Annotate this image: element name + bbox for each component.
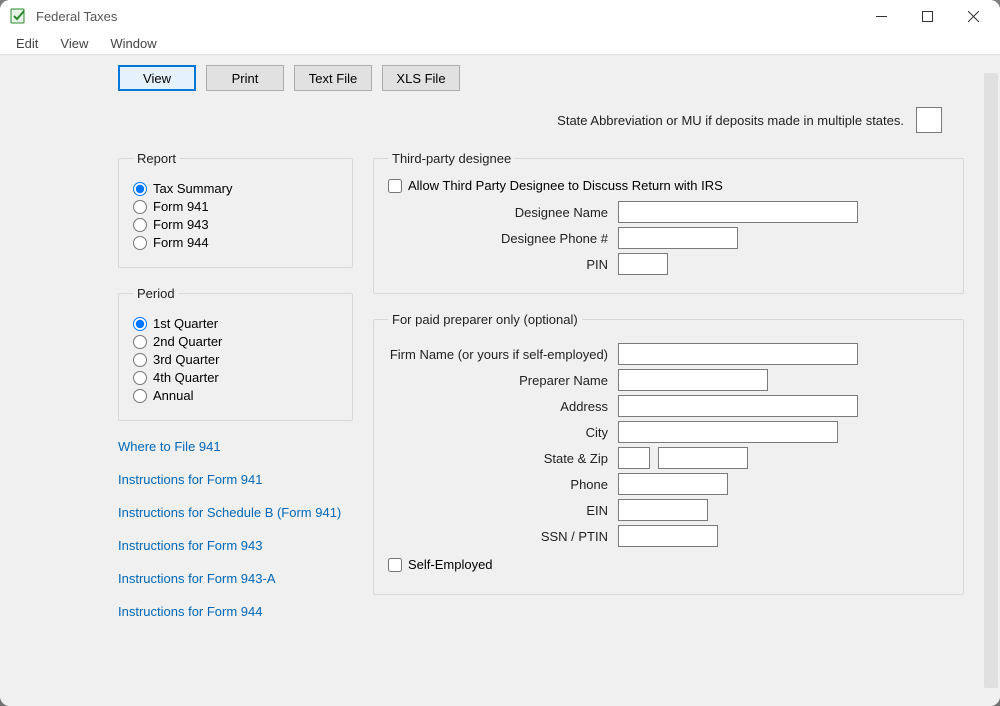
designee-name-input[interactable]: [618, 201, 858, 223]
view-button[interactable]: View: [118, 65, 196, 91]
ein-label: EIN: [388, 503, 618, 518]
link-where-to-file-941[interactable]: Where to File 941: [118, 439, 353, 454]
period-label: 4th Quarter: [153, 370, 219, 385]
close-button[interactable]: [950, 0, 996, 32]
allow-third-party-label: Allow Third Party Designee to Discuss Re…: [408, 178, 723, 193]
state-input[interactable]: [618, 447, 650, 469]
period-label: 1st Quarter: [153, 316, 218, 331]
period-label: 2nd Quarter: [153, 334, 222, 349]
link-instructions-941[interactable]: Instructions for Form 941: [118, 472, 353, 487]
menu-view[interactable]: View: [50, 34, 98, 53]
vertical-scrollbar[interactable]: [982, 55, 1000, 706]
third-party-group: Third-party designee Allow Third Party D…: [373, 151, 964, 294]
state-abbrev-input[interactable]: [916, 107, 942, 133]
report-radio-form-943[interactable]: [133, 218, 147, 232]
link-instructions-944[interactable]: Instructions for Form 944: [118, 604, 353, 619]
designee-phone-label: Designee Phone #: [388, 231, 618, 246]
designee-phone-input[interactable]: [618, 227, 738, 249]
app-window: Federal Taxes Edit View Window View Prin…: [0, 0, 1000, 706]
link-instructions-943[interactable]: Instructions for Form 943: [118, 538, 353, 553]
address-input[interactable]: [618, 395, 858, 417]
help-links: Where to File 941 Instructions for Form …: [118, 439, 353, 619]
minimize-button[interactable]: [858, 0, 904, 32]
report-option-form-943[interactable]: Form 943: [133, 217, 338, 232]
report-radio-form-941[interactable]: [133, 200, 147, 214]
pin-label: PIN: [388, 257, 618, 272]
ein-input[interactable]: [618, 499, 708, 521]
report-label: Form 941: [153, 199, 209, 214]
preparer-name-input[interactable]: [618, 369, 768, 391]
report-legend: Report: [133, 151, 180, 166]
address-label: Address: [388, 399, 618, 414]
menu-window[interactable]: Window: [100, 34, 166, 53]
report-option-form-941[interactable]: Form 941: [133, 199, 338, 214]
period-option-q1[interactable]: 1st Quarter: [133, 316, 338, 331]
link-instructions-943a[interactable]: Instructions for Form 943-A: [118, 571, 353, 586]
period-radio-q1[interactable]: [133, 317, 147, 331]
period-radio-q4[interactable]: [133, 371, 147, 385]
report-label: Form 943: [153, 217, 209, 232]
text-file-button[interactable]: Text File: [294, 65, 372, 91]
period-option-q2[interactable]: 2nd Quarter: [133, 334, 338, 349]
scroll-region: View Print Text File XLS File State Abbr…: [0, 55, 982, 706]
report-radio-form-944[interactable]: [133, 236, 147, 250]
self-employed-checkbox[interactable]: [388, 558, 402, 572]
link-instructions-schedule-b-941[interactable]: Instructions for Schedule B (Form 941): [118, 505, 353, 520]
pin-input[interactable]: [618, 253, 668, 275]
preparer-group: For paid preparer only (optional) Firm N…: [373, 312, 964, 595]
third-party-legend: Third-party designee: [388, 151, 515, 166]
phone-label: Phone: [388, 477, 618, 492]
print-button[interactable]: Print: [206, 65, 284, 91]
preparer-legend: For paid preparer only (optional): [388, 312, 582, 327]
ssn-ptin-label: SSN / PTIN: [388, 529, 618, 544]
firm-name-label: Firm Name (or yours if self-employed): [388, 347, 618, 362]
firm-name-input[interactable]: [618, 343, 858, 365]
period-label: Annual: [153, 388, 193, 403]
state-zip-label: State & Zip: [388, 451, 618, 466]
city-label: City: [388, 425, 618, 440]
ssn-ptin-input[interactable]: [618, 525, 718, 547]
maximize-button[interactable]: [904, 0, 950, 32]
state-abbrev-label: State Abbreviation or MU if deposits mad…: [557, 113, 904, 128]
period-radio-annual[interactable]: [133, 389, 147, 403]
period-option-q4[interactable]: 4th Quarter: [133, 370, 338, 385]
window-title: Federal Taxes: [36, 9, 117, 24]
period-label: 3rd Quarter: [153, 352, 219, 367]
report-group: Report Tax Summary Form 941 Form 943: [118, 151, 353, 268]
period-radio-q3[interactable]: [133, 353, 147, 367]
designee-name-label: Designee Name: [388, 205, 618, 220]
state-abbrev-row: State Abbreviation or MU if deposits mad…: [0, 107, 982, 133]
period-option-annual[interactable]: Annual: [133, 388, 338, 403]
period-legend: Period: [133, 286, 179, 301]
allow-third-party-row[interactable]: Allow Third Party Designee to Discuss Re…: [388, 178, 949, 193]
report-radio-tax-summary[interactable]: [133, 182, 147, 196]
self-employed-label: Self-Employed: [408, 557, 493, 572]
zip-input[interactable]: [658, 447, 748, 469]
menu-edit[interactable]: Edit: [6, 34, 48, 53]
report-option-form-944[interactable]: Form 944: [133, 235, 338, 250]
content-area: View Print Text File XLS File State Abbr…: [0, 54, 1000, 706]
period-option-q3[interactable]: 3rd Quarter: [133, 352, 338, 367]
report-label: Form 944: [153, 235, 209, 250]
phone-input[interactable]: [618, 473, 728, 495]
xls-file-button[interactable]: XLS File: [382, 65, 460, 91]
scrollbar-thumb[interactable]: [984, 73, 998, 688]
preparer-name-label: Preparer Name: [388, 373, 618, 388]
report-option-tax-summary[interactable]: Tax Summary: [133, 181, 338, 196]
app-icon: [10, 7, 28, 25]
city-input[interactable]: [618, 421, 838, 443]
toolbar: View Print Text File XLS File: [0, 65, 982, 91]
period-group: Period 1st Quarter 2nd Quarter 3rd Quart…: [118, 286, 353, 421]
self-employed-row[interactable]: Self-Employed: [388, 557, 949, 572]
report-label: Tax Summary: [153, 181, 232, 196]
menubar: Edit View Window: [0, 32, 1000, 54]
titlebar: Federal Taxes: [0, 0, 1000, 32]
period-radio-q2[interactable]: [133, 335, 147, 349]
allow-third-party-checkbox[interactable]: [388, 179, 402, 193]
